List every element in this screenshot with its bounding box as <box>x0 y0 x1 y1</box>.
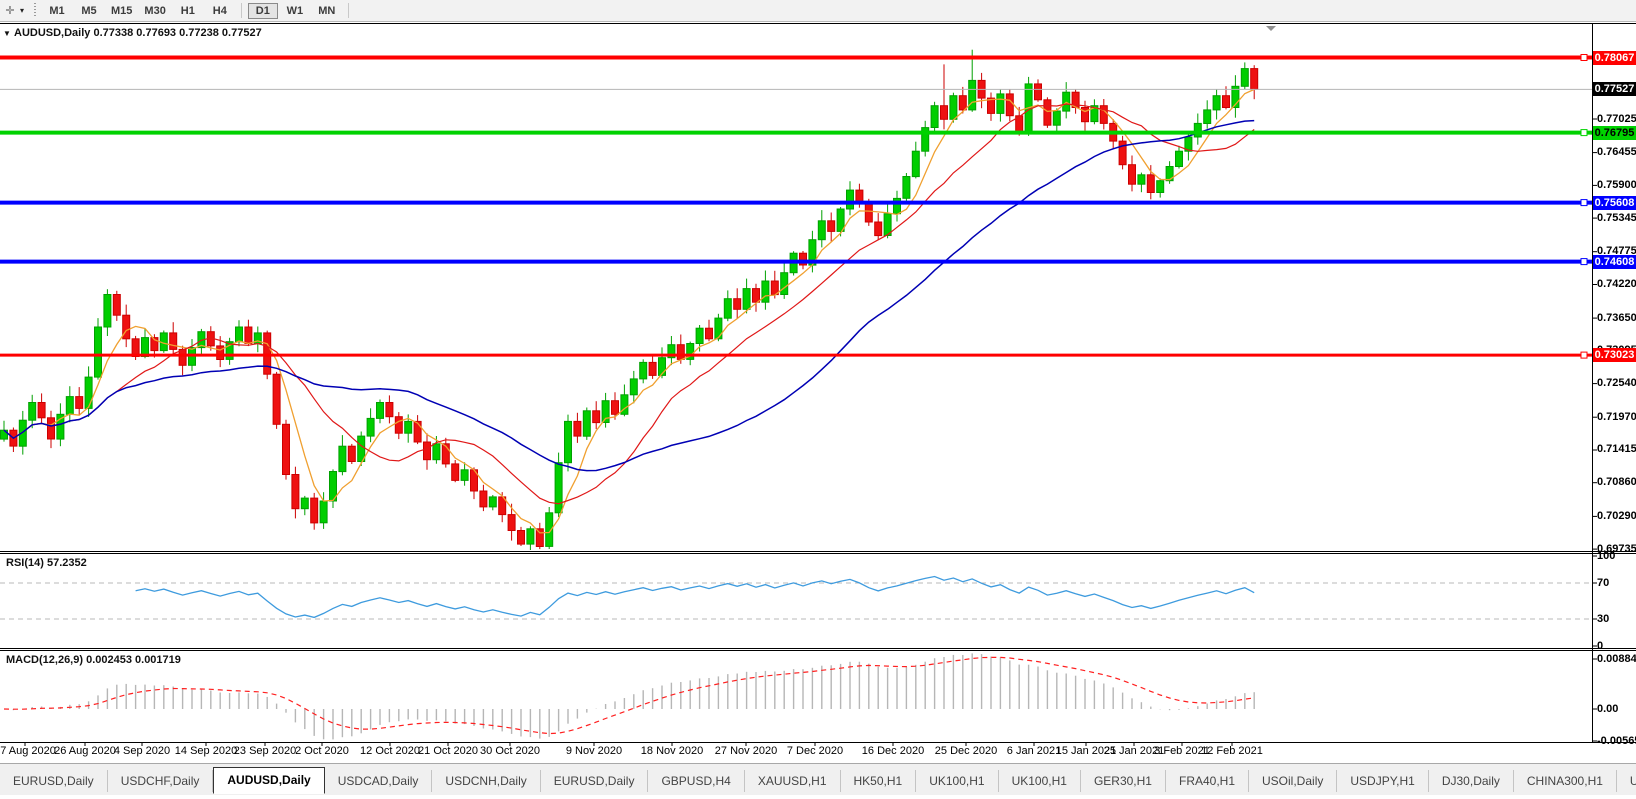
chart-tab-hk50-h1[interactable]: HK50,H1 <box>841 770 917 792</box>
chart-tab-xauusd-h1[interactable]: XAUUSD,H1 <box>745 770 841 792</box>
crosshair-icon[interactable]: ✛ <box>2 4 18 18</box>
chevron-down-icon[interactable]: ▾ <box>20 6 24 15</box>
timeframe-button-D1[interactable]: D1 <box>248 3 278 19</box>
chart-tab-usdcnh-daily[interactable]: USDCNH,Daily <box>432 770 540 792</box>
timeframe-button-M1[interactable]: M1 <box>42 3 72 19</box>
toolbar-grip[interactable] <box>32 3 37 18</box>
chart-tab-eurusd-daily[interactable]: EURUSD,Daily <box>0 770 108 792</box>
chart-tab-fra40-h1[interactable]: FRA40,H1 <box>1166 770 1249 792</box>
chart-tab-usoil-h1[interactable]: USOil,H1 <box>1617 770 1636 792</box>
timeframe-button-M15[interactable]: M15 <box>106 3 137 19</box>
chart-tab-dj30-daily[interactable]: DJ30,Daily <box>1429 770 1514 792</box>
price-chart-canvas <box>0 0 1636 794</box>
chart-tab-china300-h1[interactable]: CHINA300,H1 <box>1514 770 1617 792</box>
chart-tab-gbpusd-h4[interactable]: GBPUSD,H4 <box>648 770 744 792</box>
chart-tab-usdchf-daily[interactable]: USDCHF,Daily <box>108 770 214 792</box>
level-handle[interactable] <box>1581 130 1587 136</box>
timeframe-button-M30[interactable]: M30 <box>139 3 170 19</box>
level-handle[interactable] <box>1581 352 1587 358</box>
toolbar-separator <box>241 3 242 18</box>
chart-tab-bar: EURUSD,DailyUSDCHF,DailyAUDUSD,DailyUSDC… <box>0 763 1636 795</box>
timeframe-toolbar: ✛ ▾ M1M5M15M30H1H4 D1W1MN <box>0 0 1636 22</box>
timeframe-button-M5[interactable]: M5 <box>74 3 104 19</box>
timeframe-button-H1[interactable]: H1 <box>173 3 203 19</box>
chart-tab-usoil-daily[interactable]: USOil,Daily <box>1249 770 1337 792</box>
chart-tab-uk100-h1[interactable]: UK100,H1 <box>999 770 1081 792</box>
timeframe-button-MN[interactable]: MN <box>312 3 342 19</box>
timeframe-button-H4[interactable]: H4 <box>205 3 235 19</box>
chart-tab-ger30-h1[interactable]: GER30,H1 <box>1081 770 1166 792</box>
mt4-window: { "toolbar": { "left_icon": "crosshair-i… <box>0 0 1636 794</box>
chart-tab-audusd-daily[interactable]: AUDUSD,Daily <box>213 767 324 794</box>
toolbar-separator <box>348 3 349 18</box>
chart-window: ▼ AUDUSD,Daily 0.77338 0.77693 0.77238 0… <box>0 0 1636 794</box>
chart-tab-eurusd-daily[interactable]: EURUSD,Daily <box>541 770 649 792</box>
level-handle[interactable] <box>1581 259 1587 265</box>
timeframe-button-W1[interactable]: W1 <box>280 3 310 19</box>
chart-tab-usdcad-daily[interactable]: USDCAD,Daily <box>325 770 433 792</box>
chart-tab-usdjpy-h1[interactable]: USDJPY,H1 <box>1337 770 1428 792</box>
chart-tab-uk100-h1[interactable]: UK100,H1 <box>916 770 998 792</box>
level-handle[interactable] <box>1581 55 1587 61</box>
level-handle[interactable] <box>1581 200 1587 206</box>
